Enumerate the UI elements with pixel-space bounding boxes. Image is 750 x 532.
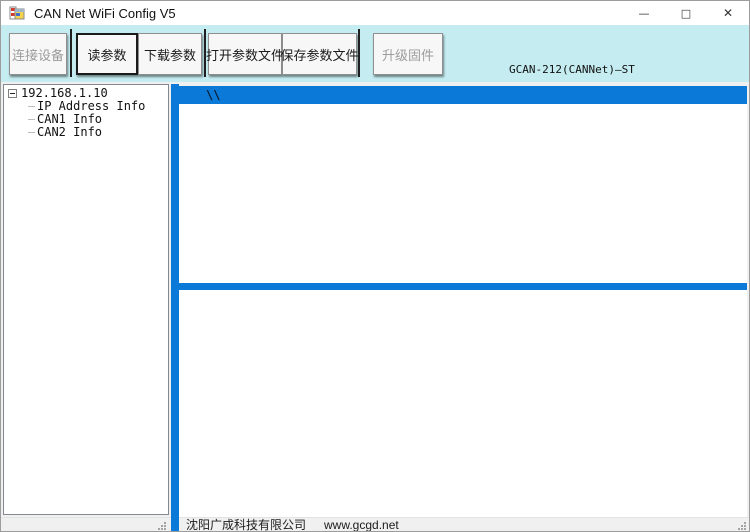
param-panel-top — [179, 104, 747, 283]
tree-node-can2-info[interactable]: CAN2 Info — [4, 126, 168, 139]
collapse-icon[interactable] — [8, 89, 17, 98]
close-icon: ✕ — [723, 6, 733, 20]
panel-left-border — [171, 84, 179, 532]
save-param-file-button[interactable]: 保存参数文件 — [282, 33, 357, 75]
toolbar-separator — [358, 29, 360, 77]
maximize-button[interactable]: □ — [665, 1, 707, 25]
status-text: 沈阳广成科技有限公司 www.gcgd.net — [186, 518, 399, 532]
window-title: CAN Net WiFi Config V5 — [34, 1, 176, 25]
app-icon — [9, 5, 25, 21]
open-param-file-button[interactable]: 打开参数文件 — [208, 33, 282, 75]
panel-header: \\ — [179, 86, 747, 104]
tree-branch-line — [28, 119, 35, 120]
resize-grip[interactable] — [737, 521, 747, 531]
resize-grip[interactable] — [157, 521, 167, 531]
panel-divider — [173, 283, 747, 290]
close-button[interactable]: ✕ — [707, 1, 749, 25]
read-params-button[interactable]: 读参数 — [76, 33, 138, 75]
website-link[interactable]: www.gcgd.net — [324, 518, 399, 532]
toolbar: 连接设备 读参数 下载参数 打开参数文件 保存参数文件 升级固件 GCAN-21… — [1, 25, 749, 82]
tree-node-label: CAN2 Info — [37, 126, 102, 139]
title-bar: CAN Net WiFi Config V5 — □ ✕ — [1, 1, 749, 25]
device-tree: 192.168.1.10 IP Address Info CAN1 Info C… — [3, 84, 169, 515]
upgrade-firmware-button[interactable]: 升级固件 — [373, 33, 443, 75]
tree-branch-line — [28, 132, 35, 133]
device-model: GCAN-212(CANNet)—ST — [509, 63, 641, 76]
caption-buttons: — □ ✕ — [623, 1, 749, 25]
download-params-button[interactable]: 下载参数 — [138, 33, 202, 75]
app-window: CAN Net WiFi Config V5 — □ ✕ 连接设备 读参数 下载… — [0, 0, 750, 532]
toolbar-separator — [70, 29, 72, 77]
tree-branch-line — [28, 106, 35, 107]
minimize-icon: — — [639, 7, 650, 20]
maximize-icon: □ — [681, 7, 691, 20]
company-name: 沈阳广成科技有限公司 — [186, 518, 306, 532]
param-panel-bottom — [179, 290, 747, 517]
connect-device-button[interactable]: 连接设备 — [9, 33, 67, 75]
status-bar: 沈阳广成科技有限公司 www.gcgd.net — [1, 517, 749, 532]
minimize-button[interactable]: — — [623, 1, 665, 25]
